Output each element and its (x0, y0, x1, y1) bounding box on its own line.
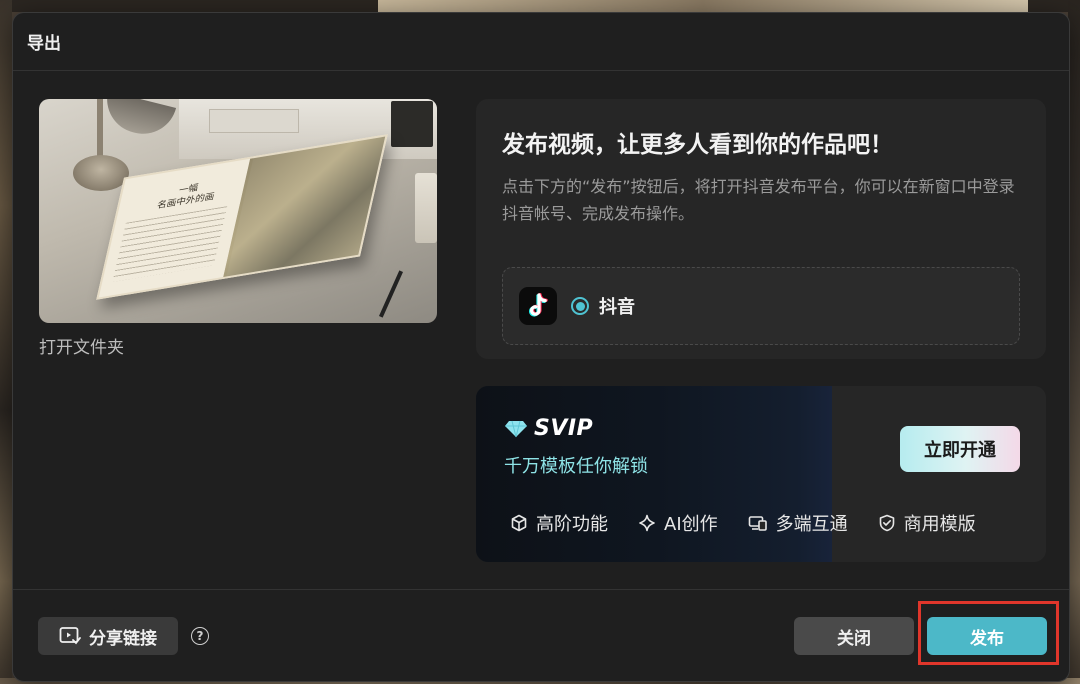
platform-label: 抖音 (599, 297, 635, 318)
preview-lamp-arm (97, 99, 103, 163)
preview-book-painting (223, 136, 386, 277)
svip-feature-label: 多端互通 (775, 514, 848, 535)
preview-shelf-box (209, 109, 299, 133)
shield-check-icon (879, 514, 894, 532)
svip-name: SVIP (534, 416, 594, 441)
close-button[interactable]: 关闭 (794, 617, 914, 655)
svip-feature-list: 高阶功能 AI创作 多端互通 商用模版 (510, 510, 1006, 536)
background-thumbnail (378, 0, 1028, 12)
cube-icon (511, 514, 527, 532)
svip-promo-card: SVIP 千万模板任你解锁 立即开通 高阶功能 AI创作 多端互通 商用模版 (476, 386, 1046, 562)
svip-feature: AI创作 (638, 510, 718, 536)
preview-pen (379, 270, 403, 318)
export-dialog: 导出 一幅 名画中外的画 打开文件夹 发布视频，让更多人看到你的作品吧！ 点击下方… (12, 12, 1070, 682)
svip-feature-label: AI创作 (664, 514, 718, 535)
publish-description: 点击下方的“发布”按钮后，将打开抖音发布平台，你可以在新窗口中登录抖音帐号、完成… (502, 177, 1015, 223)
dialog-footer: 分享链接 ? 关闭 发布 (13, 589, 1069, 681)
question-circle-icon[interactable]: ? (191, 627, 209, 645)
svip-feature-label: 高阶功能 (536, 514, 608, 535)
background-left-strip (0, 0, 12, 684)
preview-cup (391, 101, 433, 147)
preview-pencil-holder (415, 173, 437, 243)
svip-feature: 商用模版 (878, 510, 976, 536)
share-video-icon (59, 627, 81, 645)
preview-book: 一幅 名画中外的画 (96, 134, 388, 300)
svip-heading: SVIP (504, 416, 593, 441)
publish-title: 发布视频，让更多人看到你的作品吧！ (502, 132, 893, 158)
share-link-label: 分享链接 (89, 628, 157, 649)
dialog-title: 导出 (27, 34, 61, 54)
preview-lamp-base (73, 155, 129, 191)
publish-card: 发布视频，让更多人看到你的作品吧！ 点击下方的“发布”按钮后，将打开抖音发布平台… (476, 99, 1046, 359)
preview-lamp-head (99, 99, 177, 141)
share-link-button[interactable]: 分享链接 (38, 617, 178, 655)
tiktok-icon (519, 287, 557, 325)
platform-option-douyin[interactable]: 抖音 (502, 267, 1020, 345)
dialog-header: 导出 (13, 13, 1069, 71)
devices-icon (748, 516, 767, 531)
diamond-icon (505, 420, 527, 437)
publish-button[interactable]: 发布 (927, 617, 1047, 655)
preview-book-lines (112, 206, 228, 282)
platform-radio[interactable] (571, 297, 589, 315)
svip-feature: 高阶功能 (510, 510, 608, 536)
sparkle-icon (639, 514, 655, 532)
svip-feature-label: 商用模版 (903, 514, 976, 535)
svip-feature: 多端互通 (748, 510, 848, 536)
svip-subtitle: 千万模板任你解锁 (504, 456, 648, 477)
svip-subscribe-button[interactable]: 立即开通 (900, 426, 1020, 472)
open-folder-link[interactable]: 打开文件夹 (39, 333, 124, 358)
video-preview-thumbnail[interactable]: 一幅 名画中外的画 (39, 99, 437, 323)
platform-radio-dot (575, 301, 585, 311)
